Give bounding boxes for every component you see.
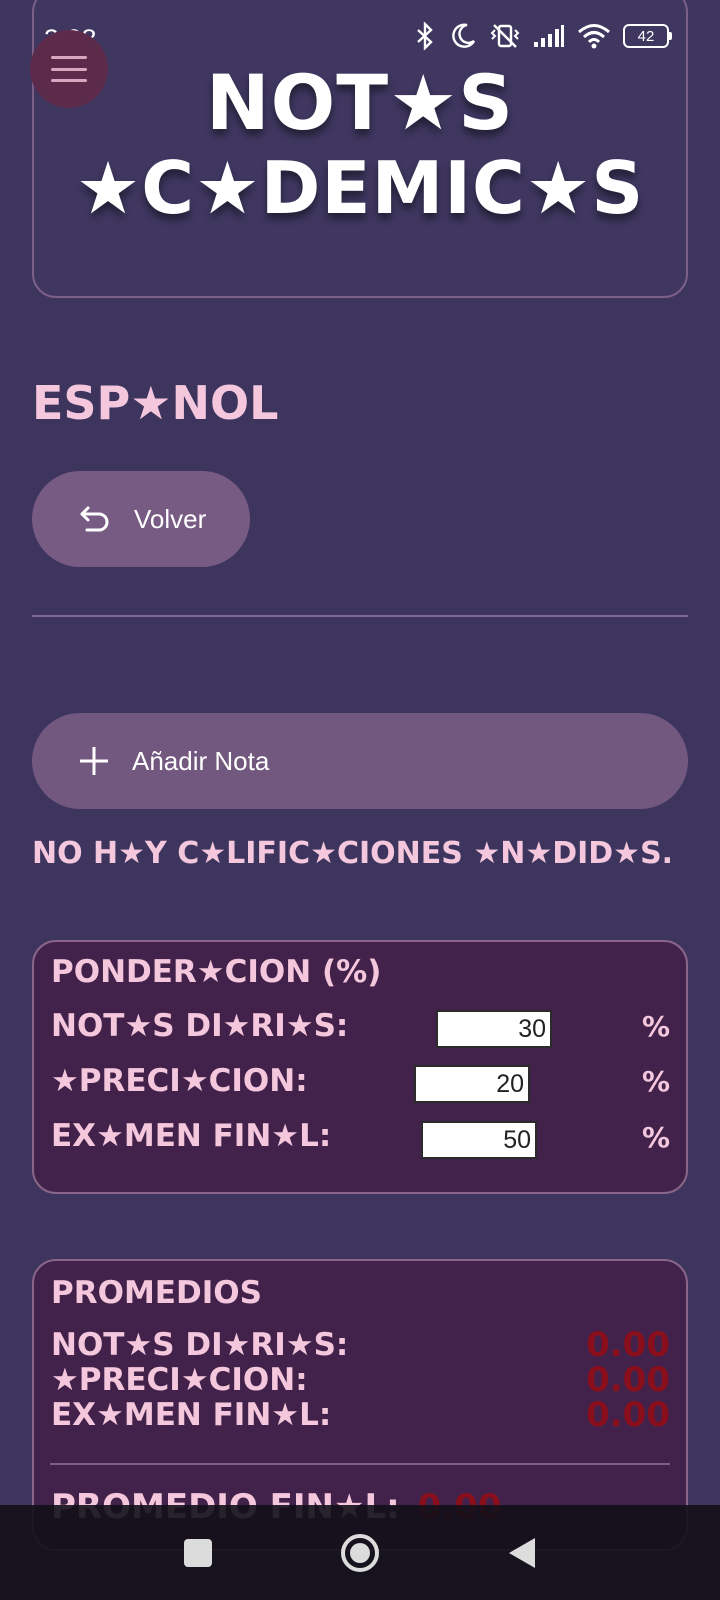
back-button-label: Volver: [134, 503, 207, 534]
weight-unit-daily: %: [641, 1010, 670, 1043]
status-bar: 3:08: [0, 0, 720, 80]
app-title-line2: ★C★DEMIC★S: [75, 146, 645, 230]
wifi-icon: [578, 24, 610, 49]
plus-icon: [80, 747, 108, 775]
menu-button[interactable]: [30, 30, 108, 108]
weight-unit-final-exam: %: [641, 1121, 670, 1154]
battery-level: 42: [623, 24, 669, 48]
status-icons: 42: [413, 22, 672, 50]
weights-card: PONDER★CION (%) NOT★S DI★RI★S: % ★PRECI★…: [32, 940, 688, 1194]
back-button[interactable]: Volver: [32, 471, 250, 567]
subject-title: ESP★NOL: [32, 376, 279, 430]
average-value-appreciation: 0.00: [586, 1360, 670, 1400]
home-circle-icon[interactable]: [340, 1533, 380, 1573]
recents-square-icon[interactable]: [183, 1538, 213, 1568]
average-value-final-exam: 0.00: [586, 1395, 670, 1435]
average-label-final-exam: EX★MEN FIN★L:: [51, 1397, 332, 1433]
hamburger-menu-icon: [51, 56, 87, 82]
add-grade-button[interactable]: Añadir Nota: [32, 713, 688, 809]
undo-arrow-icon: [80, 506, 109, 532]
averages-divider: [50, 1463, 670, 1465]
average-label-appreciation: ★PRECI★CION:: [51, 1362, 308, 1398]
battery-icon: 42: [623, 24, 672, 48]
signal-icon: [534, 25, 564, 47]
average-label-daily: NOT★S DI★RI★S:: [51, 1327, 349, 1363]
vibrate-off-icon: [490, 24, 520, 48]
weights-title: PONDER★CION (%): [51, 954, 382, 990]
average-value-daily: 0.00: [586, 1325, 670, 1365]
weight-input-final-exam[interactable]: [421, 1121, 537, 1159]
weight-unit-appreciation: %: [641, 1065, 670, 1098]
moon-icon: [452, 23, 476, 48]
averages-title: PROMEDIOS: [51, 1275, 262, 1311]
system-nav-bar: [0, 1505, 720, 1600]
weight-label-daily: NOT★S DI★RI★S:: [51, 1008, 349, 1044]
app-screen: NOT★S ★C★DEMIC★S 3:08: [0, 0, 720, 1600]
bluetooth-icon: [417, 22, 433, 50]
weight-label-final-exam: EX★MEN FIN★L:: [51, 1118, 332, 1154]
weight-label-appreciation: ★PRECI★CION:: [51, 1063, 308, 1099]
weight-input-daily[interactable]: [436, 1010, 552, 1048]
empty-grades-message: NO H★Y C★LIFIC★CIONES ★N★DID★S.: [32, 836, 674, 871]
back-triangle-icon[interactable]: [507, 1536, 537, 1570]
add-grade-label: Añadir Nota: [132, 745, 270, 776]
weight-input-appreciation[interactable]: [414, 1065, 530, 1103]
section-divider: [32, 615, 688, 617]
